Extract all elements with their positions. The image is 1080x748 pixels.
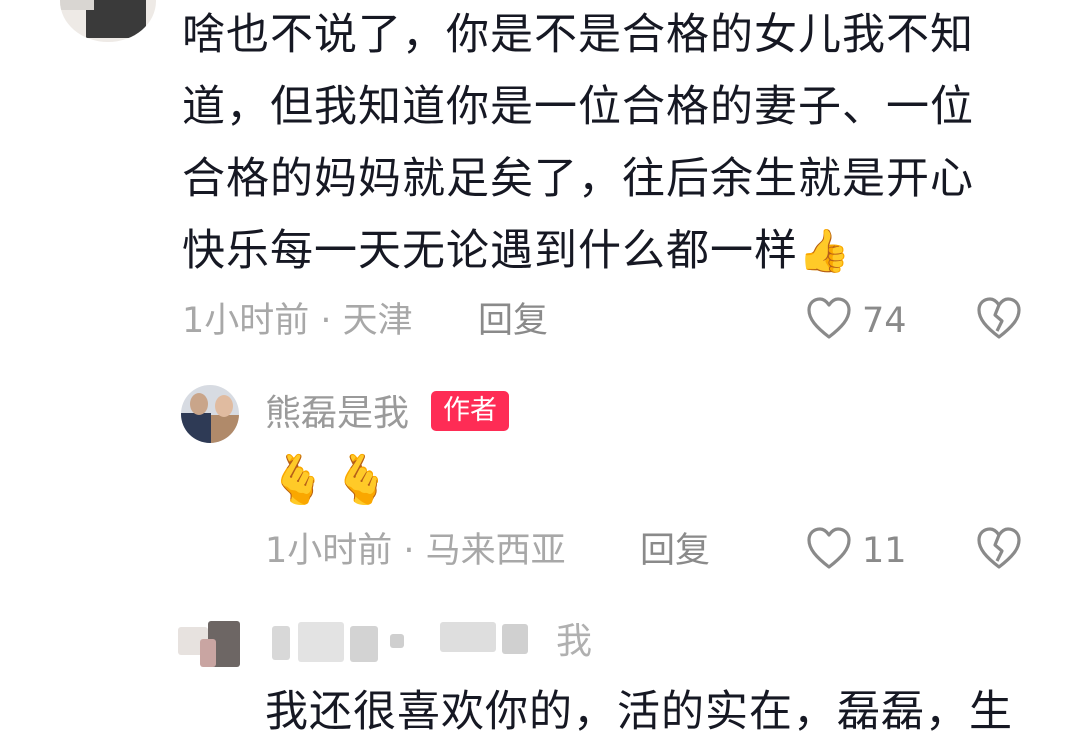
pixel-block xyxy=(350,626,378,662)
heart-hands-emoji: 🫰🫰 xyxy=(268,452,396,508)
pixel-block xyxy=(502,624,528,654)
avatar-photo-fragment xyxy=(60,0,94,10)
comment-text-segment: 快乐每一天无论遇到什么都一样 xyxy=(182,226,798,276)
avatar-photo-fragment xyxy=(215,395,233,417)
avatar-photo-fragment xyxy=(181,413,211,443)
pixel-block xyxy=(298,622,344,662)
like-count: 11 xyxy=(862,531,907,571)
comment-text-line: 快乐每一天无论遇到什么都一样👍 xyxy=(182,215,851,287)
username-fragment: 我 xyxy=(556,621,593,662)
author-username[interactable]: 熊磊是我 xyxy=(265,394,409,434)
blurred-avatar[interactable] xyxy=(178,617,240,671)
comment-time-location: 1小时前 · 天津 xyxy=(182,301,413,341)
pixel-block xyxy=(200,639,216,667)
comment-text-line: 我还很喜欢你的，活的实在，磊磊，生 xyxy=(265,687,1013,737)
blurred-username[interactable]: 我 xyxy=(272,620,602,666)
avatar-photo-fragment xyxy=(86,0,146,38)
heart-outline-icon[interactable] xyxy=(806,527,852,571)
comment-time-location: 1小时前 · 马来西亚 xyxy=(265,531,566,571)
pixel-block xyxy=(390,634,404,648)
thumbs-up-emoji: 👍 xyxy=(798,226,852,275)
author-avatar[interactable] xyxy=(181,385,239,443)
broken-heart-icon[interactable] xyxy=(976,527,1022,571)
broken-heart-icon[interactable] xyxy=(976,297,1022,341)
avatar-photo-fragment xyxy=(211,415,239,443)
commenter-avatar[interactable] xyxy=(60,0,156,42)
comment-text-line: 合格的妈妈就足矣了，往后余生就是开心 xyxy=(182,154,974,204)
author-badge: 作者 xyxy=(431,391,509,431)
avatar-photo-fragment xyxy=(190,393,208,415)
heart-outline-icon[interactable] xyxy=(806,297,852,341)
pixel-block xyxy=(440,622,496,652)
reply-button[interactable]: 回复 xyxy=(478,301,548,341)
comment-text-line: 道，但我知道你是一位合格的妻子、一位 xyxy=(182,82,974,132)
comment-text-line: 啥也不说了，你是不是合格的女儿我不知 xyxy=(182,10,974,60)
reply-button[interactable]: 回复 xyxy=(640,531,710,571)
like-count: 74 xyxy=(862,301,907,341)
pixel-block xyxy=(272,626,290,660)
